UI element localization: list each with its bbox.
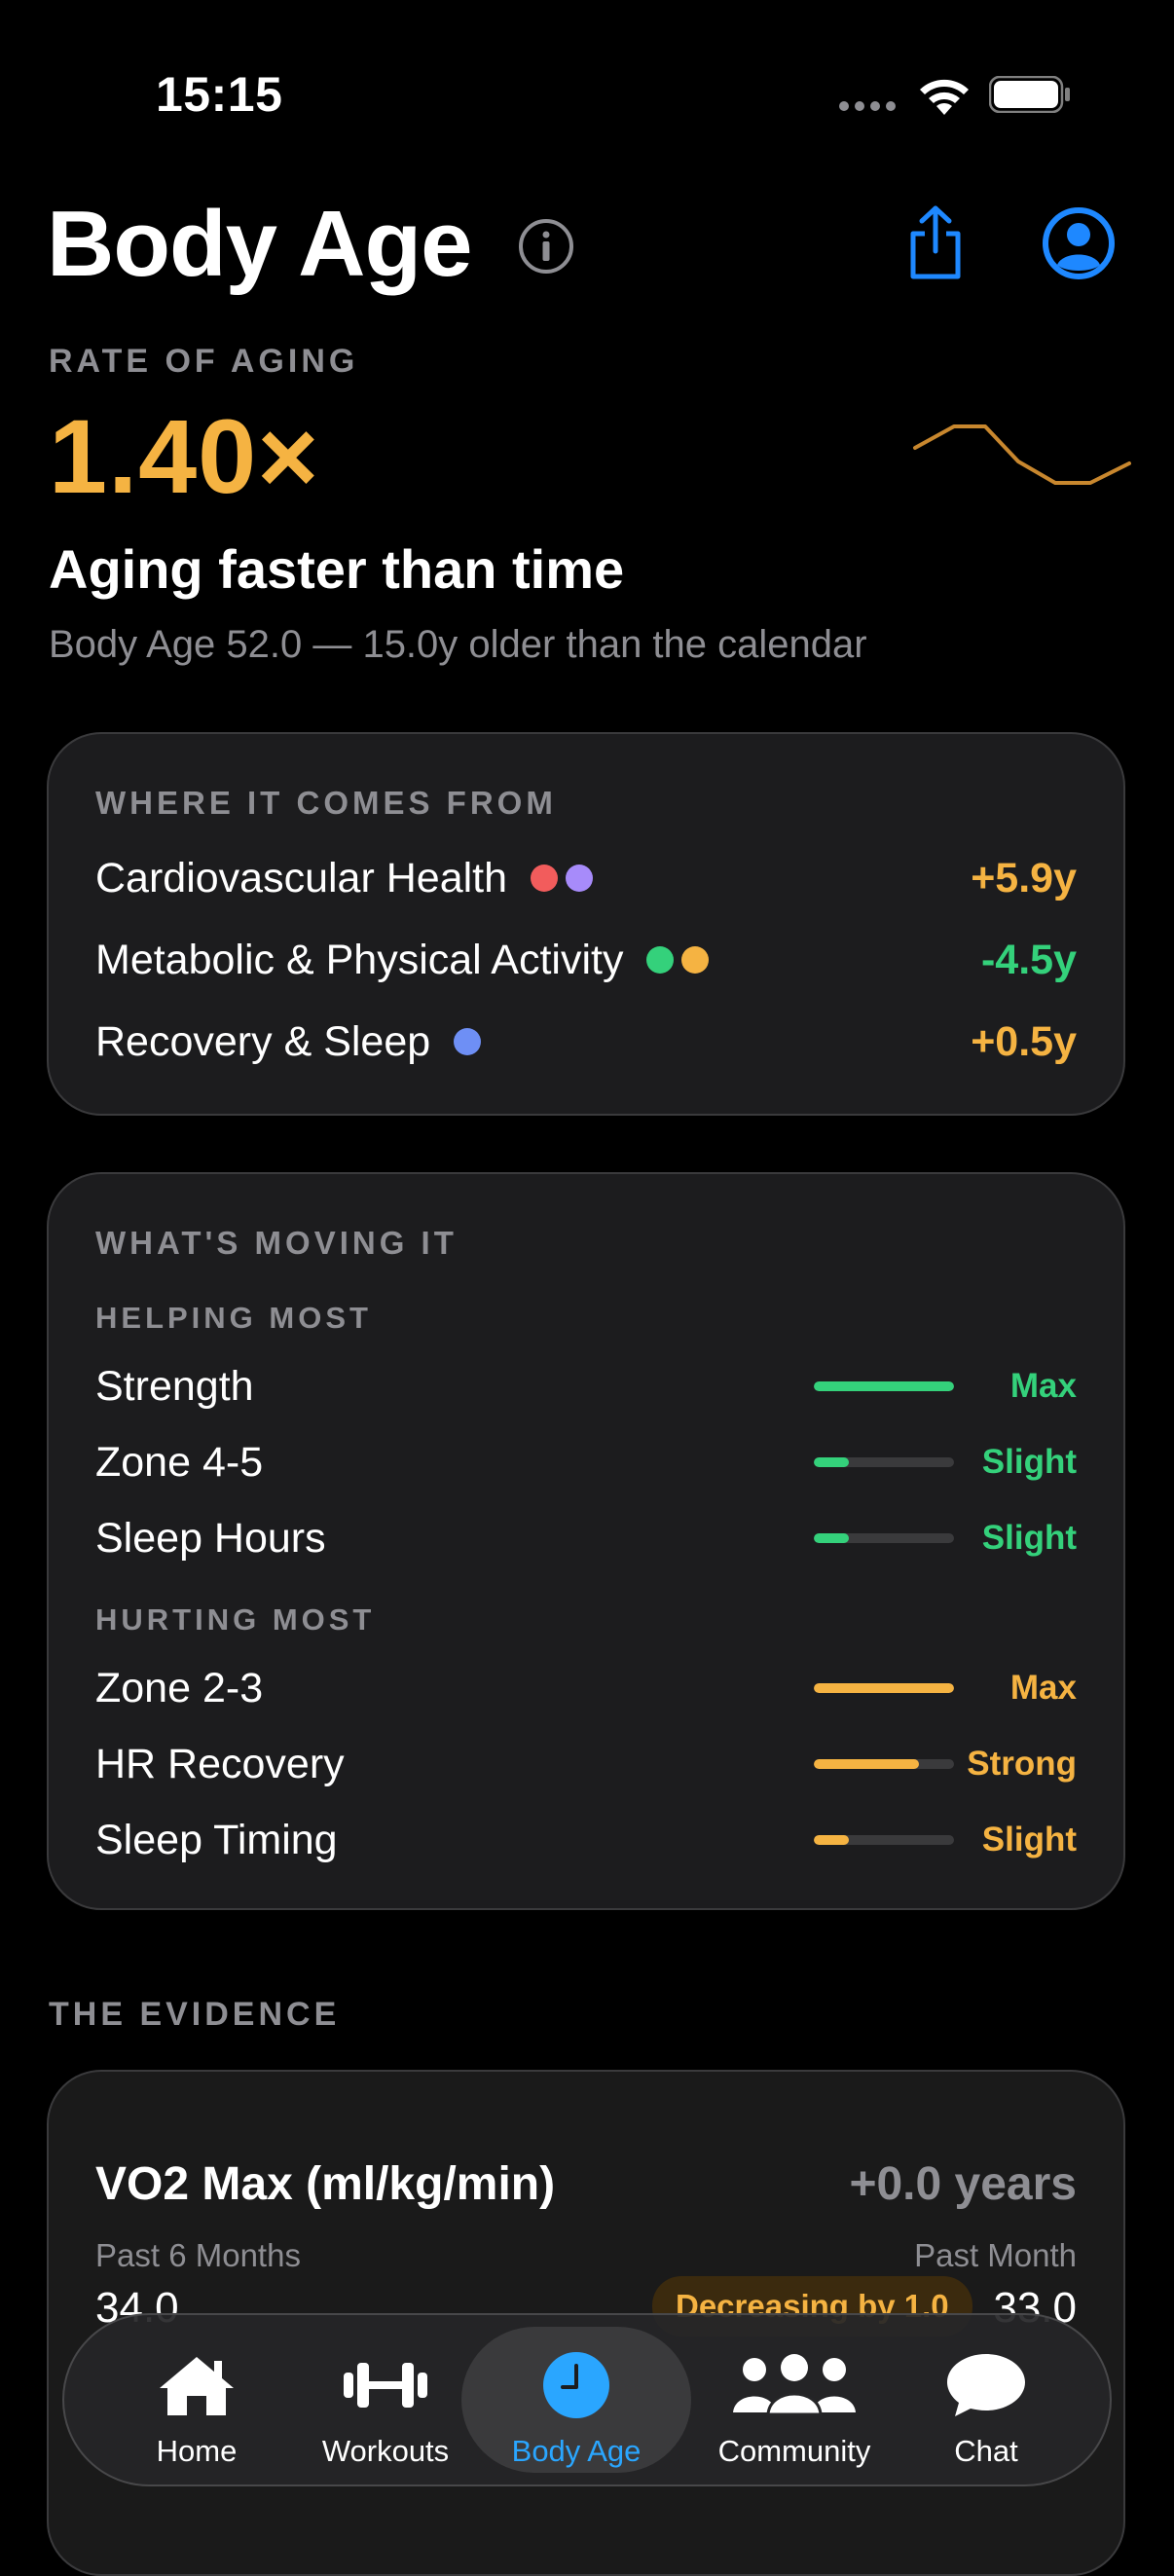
tab-label: Community	[717, 2434, 871, 2468]
factor-row-hurting-2[interactable]: Sleep Timing Slight	[95, 1811, 1077, 1869]
tab-chat[interactable]: Chat	[913, 2315, 1059, 2484]
factor-bar	[814, 1835, 954, 1845]
factor-strength: Slight	[981, 1443, 1077, 1481]
factor-name: Zone 2-3	[95, 1664, 264, 1711]
tab-body-age[interactable]: Body Age	[461, 2315, 691, 2484]
source-value: +5.9y	[971, 854, 1077, 902]
factor-strength: Max	[1009, 1367, 1077, 1405]
red-dot-icon	[531, 865, 559, 892]
page-title: Body Age	[47, 192, 472, 296]
cellular-signal-icon	[839, 101, 896, 111]
factor-row-helping-1[interactable]: Zone 4-5 Slight	[95, 1433, 1077, 1491]
aging-subline: Body Age 52.0 — 15.0y older than the cal…	[49, 623, 867, 666]
sources-card-label: WHERE IT COMES FROM	[95, 785, 557, 821]
tab-home[interactable]: Home	[115, 2315, 278, 2484]
tab-bar: Home Workouts Body Age Community Chat	[62, 2313, 1112, 2486]
info-icon[interactable]	[518, 218, 574, 275]
source-row-metabolic[interactable]: Metabolic & Physical Activity -4.5y	[95, 931, 1077, 989]
status-time: 15:15	[156, 67, 283, 122]
source-dots	[454, 1028, 482, 1055]
factor-row-hurting-0[interactable]: Zone 2-3 Max	[95, 1659, 1077, 1717]
tab-label: Body Age	[511, 2434, 642, 2468]
source-row-cardiovascular[interactable]: Cardiovascular Health +5.9y	[95, 849, 1077, 907]
rate-of-aging-value: 1.40×	[49, 397, 320, 515]
orange-dot-icon	[681, 946, 710, 974]
source-name: Recovery & Sleep	[95, 1017, 431, 1065]
source-row-recovery[interactable]: Recovery & Sleep +0.5y	[95, 1012, 1077, 1071]
clock-icon	[541, 2350, 611, 2420]
people-icon	[731, 2350, 858, 2420]
past-month-label: Past Month	[914, 2237, 1077, 2273]
factor-strength: Strong	[967, 1745, 1077, 1783]
moving-card-label: WHAT'S MOVING IT	[95, 1225, 458, 1261]
dumbbell-icon	[342, 2350, 429, 2420]
battery-icon	[989, 76, 1070, 113]
share-icon[interactable]	[905, 204, 966, 282]
evidence-delta: +0.0 years	[849, 2158, 1077, 2210]
source-value: -4.5y	[980, 936, 1077, 983]
sources-card[interactable]: WHERE IT COMES FROM Cardiovascular Healt…	[47, 732, 1125, 1116]
factor-bar	[814, 1759, 954, 1769]
purple-dot-icon	[566, 865, 594, 892]
factor-strength: Max	[1009, 1669, 1077, 1707]
source-value: +0.5y	[971, 1017, 1077, 1065]
wifi-icon	[920, 79, 969, 115]
factor-row-helping-0[interactable]: Strength Max	[95, 1357, 1077, 1416]
evidence-title: VO2 Max (ml/kg/min)	[95, 2158, 556, 2210]
blue-dot-icon	[454, 1028, 482, 1055]
factor-name: Zone 4-5	[95, 1438, 264, 1486]
factor-bar	[814, 1683, 954, 1693]
tab-label: Home	[156, 2434, 238, 2468]
source-dots	[646, 946, 710, 974]
house-icon	[156, 2350, 238, 2420]
tab-workouts[interactable]: Workouts	[288, 2315, 483, 2484]
green-dot-icon	[646, 946, 675, 974]
speech-bubble-icon	[945, 2350, 1027, 2420]
factor-strength: Slight	[981, 1519, 1077, 1557]
moving-card[interactable]: WHAT'S MOVING IT HELPING MOST Strength M…	[47, 1172, 1125, 1910]
factor-bar	[814, 1533, 954, 1543]
rate-of-aging-label: RATE OF AGING	[49, 343, 359, 380]
source-name: Cardiovascular Health	[95, 854, 508, 902]
factor-name: HR Recovery	[95, 1740, 345, 1787]
profile-icon[interactable]	[1042, 206, 1116, 280]
tab-community[interactable]: Community	[687, 2315, 901, 2484]
hurting-most-label: HURTING MOST	[95, 1602, 376, 1637]
past-6-months-label: Past 6 Months	[95, 2237, 301, 2273]
factor-name: Strength	[95, 1362, 254, 1410]
factor-bar	[814, 1457, 954, 1467]
helping-most-label: HELPING MOST	[95, 1301, 372, 1335]
factor-name: Sleep Hours	[95, 1514, 326, 1562]
aging-headline: Aging faster than time	[49, 538, 625, 600]
evidence-section-label: THE EVIDENCE	[49, 1996, 341, 2033]
source-dots	[531, 865, 594, 892]
factor-strength: Slight	[981, 1821, 1077, 1858]
factor-row-hurting-1[interactable]: HR Recovery Strong	[95, 1735, 1077, 1793]
tab-label: Workouts	[321, 2434, 450, 2468]
factor-row-helping-2[interactable]: Sleep Hours Slight	[95, 1509, 1077, 1567]
source-name: Metabolic & Physical Activity	[95, 936, 624, 983]
factor-bar	[814, 1381, 954, 1391]
trend-sparkline	[913, 424, 1131, 485]
factor-name: Sleep Timing	[95, 1816, 338, 1863]
tab-label: Chat	[954, 2434, 1018, 2468]
